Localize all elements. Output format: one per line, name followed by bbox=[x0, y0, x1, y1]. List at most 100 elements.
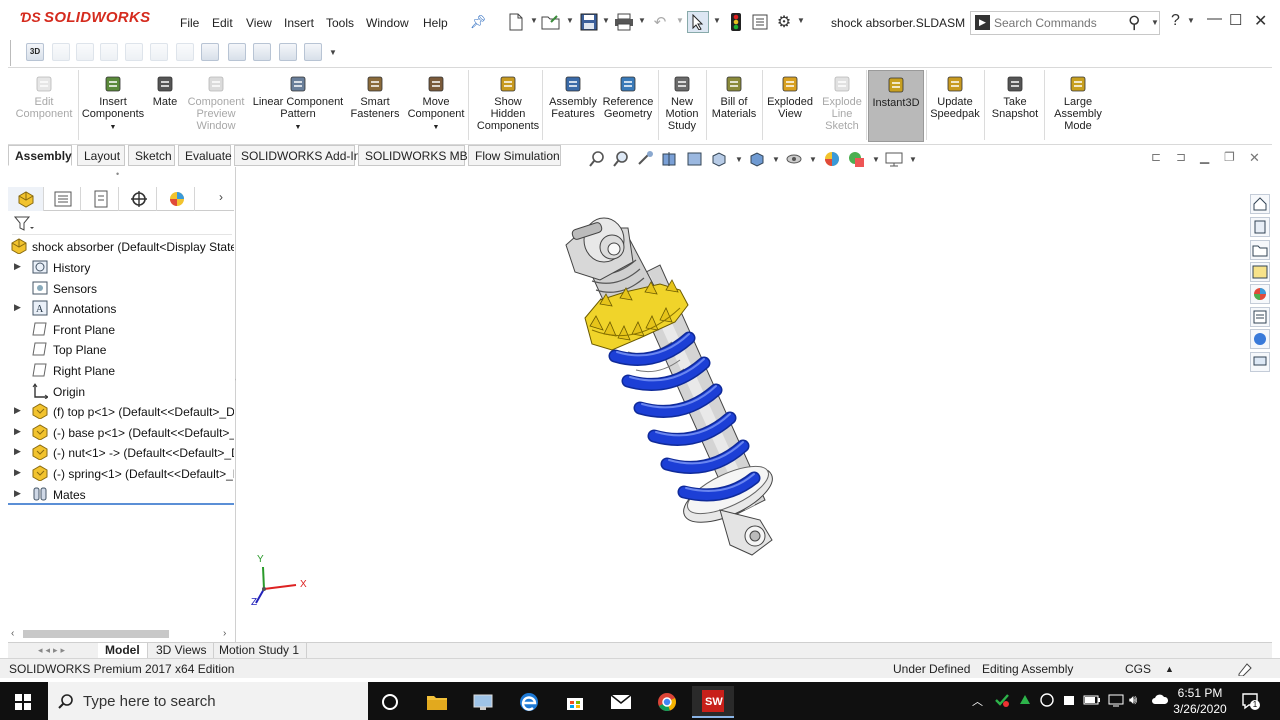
tree-item[interactable]: ▶ A Annotations bbox=[8, 299, 234, 319]
tree-item[interactable]: ▶ (f) top p<1> (Default<<Default>_Dis bbox=[8, 402, 234, 422]
help-icon[interactable]: ? bbox=[1171, 12, 1180, 30]
section-view-icon[interactable] bbox=[661, 150, 679, 168]
dynamic-annotation-icon[interactable] bbox=[686, 150, 704, 168]
viewport-maximize-icon[interactable]: ❐ bbox=[1224, 150, 1242, 168]
chevron-down-icon[interactable]: ▼ bbox=[872, 155, 880, 164]
print-icon[interactable] bbox=[614, 12, 634, 32]
ribbon-button-mate[interactable]: Mate bbox=[150, 74, 180, 108]
tab-flow-simulation[interactable]: Flow Simulation bbox=[468, 145, 561, 166]
ribbon-button-bill-of-materials[interactable]: Bill of Materials bbox=[708, 74, 760, 120]
menu-window[interactable]: Window bbox=[366, 16, 409, 30]
ribbon-button-take-snapshot[interactable]: Take Snapshot bbox=[988, 74, 1042, 120]
select-pointer-icon[interactable] bbox=[687, 11, 709, 33]
chevron-down-icon[interactable]: ▼ bbox=[713, 16, 721, 25]
notifications-icon[interactable]: 1 bbox=[1241, 692, 1260, 713]
solidworks-forum-icon[interactable] bbox=[1250, 329, 1270, 349]
expand-arrow-icon[interactable]: ▶ bbox=[14, 426, 21, 437]
chevron-down-icon[interactable]: ▼ bbox=[602, 16, 610, 25]
view-orientation-icon[interactable] bbox=[710, 150, 728, 168]
tree-item[interactable]: ▶ Mates bbox=[8, 485, 234, 505]
filter-bar[interactable] bbox=[12, 215, 232, 235]
ribbon-button-new-motion-study[interactable]: New Motion Study bbox=[660, 74, 704, 132]
ribbon-button-exploded-view[interactable]: Exploded View bbox=[764, 74, 816, 120]
status-units[interactable]: CGS bbox=[1125, 662, 1151, 676]
tab-evaluate[interactable]: Evaluate bbox=[178, 145, 232, 166]
toolbar-icon[interactable] bbox=[52, 43, 70, 61]
restore-right-icon[interactable]: ⊐ bbox=[1176, 150, 1194, 168]
tree-item[interactable]: Front Plane bbox=[8, 320, 234, 340]
network-icon[interactable] bbox=[1107, 692, 1125, 711]
custom-properties-icon[interactable] bbox=[1250, 307, 1270, 327]
tab-assembly[interactable]: Assembly bbox=[8, 145, 72, 166]
search-icon[interactable]: ⚲ bbox=[1128, 13, 1140, 33]
ribbon-button-show-hidden-components[interactable]: Show Hidden Components bbox=[476, 74, 540, 132]
filter-icon[interactable] bbox=[14, 216, 34, 232]
expand-arrow-icon[interactable]: ▶ bbox=[14, 302, 21, 313]
ribbon-button-edit-component[interactable]: Edit Component bbox=[12, 74, 76, 120]
chevron-right-icon[interactable]: › bbox=[219, 190, 223, 204]
edit-appearance-icon[interactable] bbox=[823, 150, 841, 168]
ribbon-button-linear-component-pattern[interactable]: Linear Component Pattern ▼ bbox=[252, 74, 344, 134]
viewport-close-icon[interactable]: ✕ bbox=[1249, 150, 1267, 168]
toolbar-icon[interactable] bbox=[279, 43, 297, 61]
volume-icon[interactable]: 🔊︎ bbox=[1129, 692, 1137, 708]
zoom-to-fit-icon[interactable] bbox=[588, 150, 606, 168]
chevron-down-icon[interactable]: ▼ bbox=[329, 48, 337, 57]
minimize-icon[interactable]: — bbox=[1207, 10, 1222, 27]
display-manager-tab-icon[interactable] bbox=[159, 187, 195, 211]
open-folder-icon[interactable] bbox=[541, 12, 561, 32]
zoom-to-area-icon[interactable] bbox=[612, 150, 630, 168]
tree-horizontal-scrollbar[interactable]: ‹ › bbox=[8, 627, 236, 641]
configuration-manager-tab-icon[interactable] bbox=[83, 187, 119, 211]
menu-help[interactable]: Help bbox=[423, 16, 448, 30]
feature-manager-tab-icon[interactable] bbox=[8, 187, 44, 211]
task-view-icon[interactable] bbox=[369, 686, 411, 718]
battery-icon[interactable] bbox=[1083, 692, 1101, 711]
tab-solidworks-add-ins[interactable]: SOLIDWORKS Add-Ins bbox=[234, 145, 366, 166]
tree-item[interactable]: ▶ (-) spring<1> (Default<<Default>_D bbox=[8, 464, 234, 484]
chevron-down-icon[interactable]: ▼ bbox=[1187, 16, 1195, 25]
scroll-left-icon[interactable]: ‹ bbox=[11, 628, 14, 639]
search-input[interactable] bbox=[994, 15, 1124, 31]
chevron-down-icon[interactable]: ▼ bbox=[676, 16, 684, 25]
chevron-down-icon[interactable]: ▼ bbox=[530, 16, 538, 25]
tree-item[interactable]: ▶ History bbox=[8, 258, 234, 278]
tab-motion-study-1[interactable]: Motion Study 1 bbox=[212, 643, 308, 659]
solidworks-resources-home-icon[interactable] bbox=[1250, 194, 1270, 214]
ribbon-button-large-assembly-mode[interactable]: Large Assembly Mode bbox=[1048, 74, 1108, 132]
tree-item[interactable]: Right Plane bbox=[8, 361, 234, 381]
chevron-down-icon[interactable]: ▼ bbox=[252, 122, 344, 134]
ribbon-button-explode-line-sketch[interactable]: Explode Line Sketch bbox=[820, 74, 864, 132]
show-hidden-icons-icon[interactable]: ︿ bbox=[972, 693, 983, 709]
appearances-icon[interactable] bbox=[1250, 284, 1270, 304]
ribbon-button-update-speedpak[interactable]: Update Speedpak bbox=[928, 74, 982, 120]
toolbar-icon[interactable] bbox=[228, 43, 246, 61]
tree-item[interactable]: Top Plane bbox=[8, 340, 234, 360]
expand-arrow-icon[interactable]: ▶ bbox=[14, 261, 21, 272]
chevron-down-icon[interactable]: ▼ bbox=[735, 155, 743, 164]
toolbar-icon[interactable] bbox=[201, 43, 219, 61]
menu-insert[interactable]: Insert bbox=[284, 16, 314, 30]
tray-app-icon[interactable] bbox=[1039, 692, 1055, 711]
tree-item[interactable]: ▶ (-) base p<1> (Default<<Default>_D bbox=[8, 423, 234, 443]
view-palette-icon[interactable] bbox=[1250, 262, 1270, 282]
tab-model[interactable]: Model bbox=[98, 643, 148, 659]
design-library-icon[interactable] bbox=[1250, 217, 1270, 237]
microsoft-store-icon[interactable] bbox=[554, 686, 596, 718]
chrome-icon[interactable] bbox=[646, 686, 688, 718]
tree-item[interactable]: ▶ (-) nut<1> -> (Default<<Default>_D bbox=[8, 443, 234, 463]
toolbar-icon[interactable] bbox=[125, 43, 143, 61]
tab-sketch[interactable]: Sketch bbox=[128, 145, 175, 166]
toolbar-icon[interactable] bbox=[76, 43, 94, 61]
tab-layout[interactable]: Layout bbox=[77, 145, 125, 166]
graphics-area[interactable]: Y X Z bbox=[236, 167, 1272, 643]
toolbar-icon[interactable] bbox=[253, 43, 271, 61]
panel-grip[interactable]: • bbox=[116, 169, 119, 179]
display-style-icon[interactable] bbox=[748, 150, 766, 168]
expand-arrow-icon[interactable]: ▶ bbox=[14, 488, 21, 499]
apply-scene-icon[interactable] bbox=[847, 150, 865, 168]
viewport-minimize-icon[interactable]: ▁ bbox=[1200, 150, 1218, 168]
ribbon-button-component-preview-window[interactable]: Component Preview Window bbox=[184, 74, 248, 132]
tab-scroll-arrows[interactable]: ◂◂▸▸ bbox=[38, 645, 94, 657]
view-settings-icon[interactable] bbox=[885, 150, 903, 168]
